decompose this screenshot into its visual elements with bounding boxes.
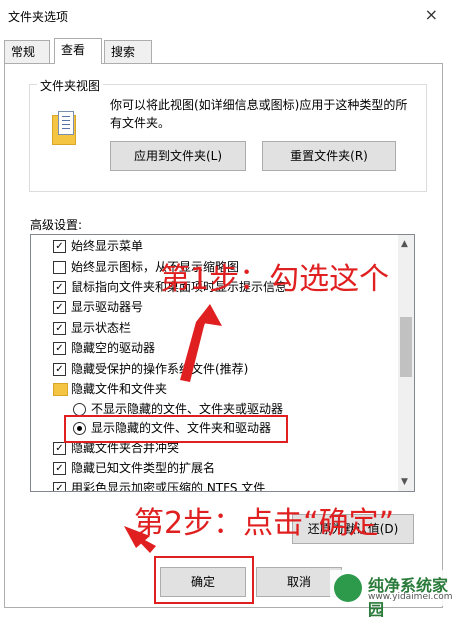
- watermark-url: www.yidaimei.com: [368, 592, 452, 602]
- step2-annotation: 第2步：点击“确定”: [134, 506, 395, 541]
- tab-view[interactable]: 查看: [54, 38, 102, 64]
- logo-icon: [334, 574, 362, 602]
- step1-annotation: 第1步：勾选这个: [160, 262, 390, 297]
- watermark: 纯净系统家园 www.yidaimei.com: [330, 570, 452, 619]
